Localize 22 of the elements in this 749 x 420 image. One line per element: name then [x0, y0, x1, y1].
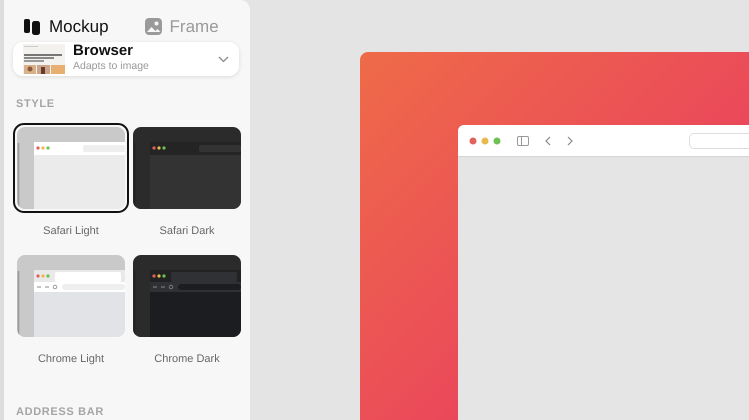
style-thumbnail[interactable]	[13, 122, 129, 212]
image-icon	[144, 18, 162, 36]
device-subtitle: Adapts to image	[73, 59, 150, 74]
device-dropdown[interactable]: Browser Adapts to image	[13, 42, 239, 76]
window-controls-icon	[469, 136, 501, 144]
style-thumbnail[interactable]	[17, 255, 125, 337]
forward-icon[interactable]	[567, 136, 573, 146]
phone-pair-icon	[24, 18, 41, 35]
style-label: Chrome Dark	[154, 352, 220, 367]
back-icon[interactable]	[545, 136, 551, 146]
style-label: Chrome Light	[38, 352, 104, 367]
mode-tab[interactable]: Mockup	[24, 14, 109, 40]
style-thumbnail[interactable]	[133, 126, 241, 208]
section-heading: ADDRESS BAR	[16, 404, 105, 420]
sidebar-icon[interactable]	[517, 136, 529, 146]
style-thumbnail[interactable]	[133, 255, 241, 337]
style-label: Safari Light	[43, 224, 99, 238]
device-title: Browser	[73, 42, 134, 60]
address-field[interactable]	[689, 132, 749, 148]
section-heading: STYLE	[16, 97, 56, 112]
style-label: Safari Dark	[159, 224, 215, 238]
chevron-down-icon	[218, 56, 229, 63]
